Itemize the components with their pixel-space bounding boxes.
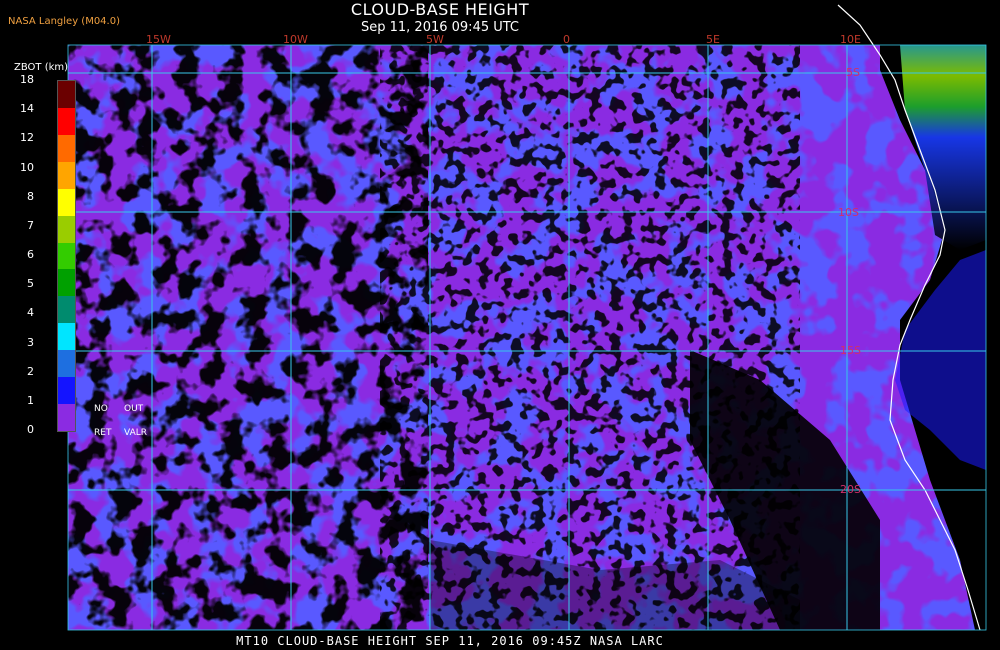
colorbar (57, 80, 76, 432)
colorbar-tick-label: 0 (27, 423, 34, 436)
colorbar-tick-label: 5 (27, 277, 34, 291)
colorbar-tick-label: 3 (27, 335, 34, 349)
colorbar-segment (58, 134, 75, 162)
credit-label: NASA Langley (M04.0) (8, 16, 120, 27)
clear-sky-patches (68, 45, 428, 630)
colorbar-tick-label: 4 (27, 306, 34, 320)
legend-no: NO (94, 404, 108, 414)
colorbar-segment (58, 81, 75, 108)
lon-label-5e: 5E (706, 33, 720, 46)
footer-caption: MT10 CLOUD-BASE HEIGHT SEP 11, 2016 09:4… (236, 634, 664, 648)
lon-label-15w: 15W (146, 33, 171, 46)
legend-valr: VALR (124, 428, 148, 438)
map-subtitle: Sep 11, 2016 09:45 UTC (360, 20, 520, 35)
colorbar-tick-label: 1 (27, 393, 34, 407)
colorbar-tick-label: 8 (27, 189, 34, 203)
colorbar-segment (58, 323, 75, 351)
colorbar-segment (58, 107, 75, 135)
colorbar-segment (58, 296, 75, 324)
lat-label-20s: 20S (840, 483, 861, 496)
lon-label-0: 0 (563, 33, 570, 46)
clear-sky-specks (380, 45, 800, 630)
colorbar-segment (58, 242, 75, 270)
colorbar-segment (58, 215, 75, 243)
lat-label-10s: 10S (838, 206, 859, 219)
colorbar-tick-label: 6 (27, 248, 34, 261)
colorbar-tick-label: 2 (27, 364, 34, 378)
colorbar-tick-label: 10 (20, 160, 34, 174)
colorbar-segment (58, 188, 75, 216)
colorbar-segment (58, 404, 75, 431)
colorbar-title: ZBOT (km) (14, 62, 69, 73)
cloud-base-height-map (67, 4, 987, 631)
map-title: CLOUD-BASE HEIGHT (350, 0, 530, 19)
map-figure: CLOUD-BASE HEIGHT Sep 11, 2016 09:45 UTC… (0, 0, 1000, 650)
colorbar-tick-label: 12 (20, 131, 34, 145)
colorbar-segment (58, 161, 75, 189)
lon-label-10w: 10W (283, 33, 308, 46)
colorbar-segment (58, 269, 75, 297)
colorbar-segment (58, 350, 75, 378)
colorbar-tick-label: 18 (20, 73, 34, 86)
legend-ret: RET (94, 428, 112, 438)
map-data-layer (68, 45, 986, 630)
lon-label-5w: 5W (426, 33, 444, 46)
colorbar-tick-label: 7 (27, 218, 34, 232)
colorbar-segment (58, 377, 75, 405)
lat-label-5s: 5S (846, 66, 860, 79)
legend-out: OUT (124, 404, 144, 414)
lon-label-10e: 10E (840, 33, 861, 46)
colorbar-tick-label: 14 (20, 102, 34, 116)
lat-label-15s: 15S (840, 344, 861, 357)
